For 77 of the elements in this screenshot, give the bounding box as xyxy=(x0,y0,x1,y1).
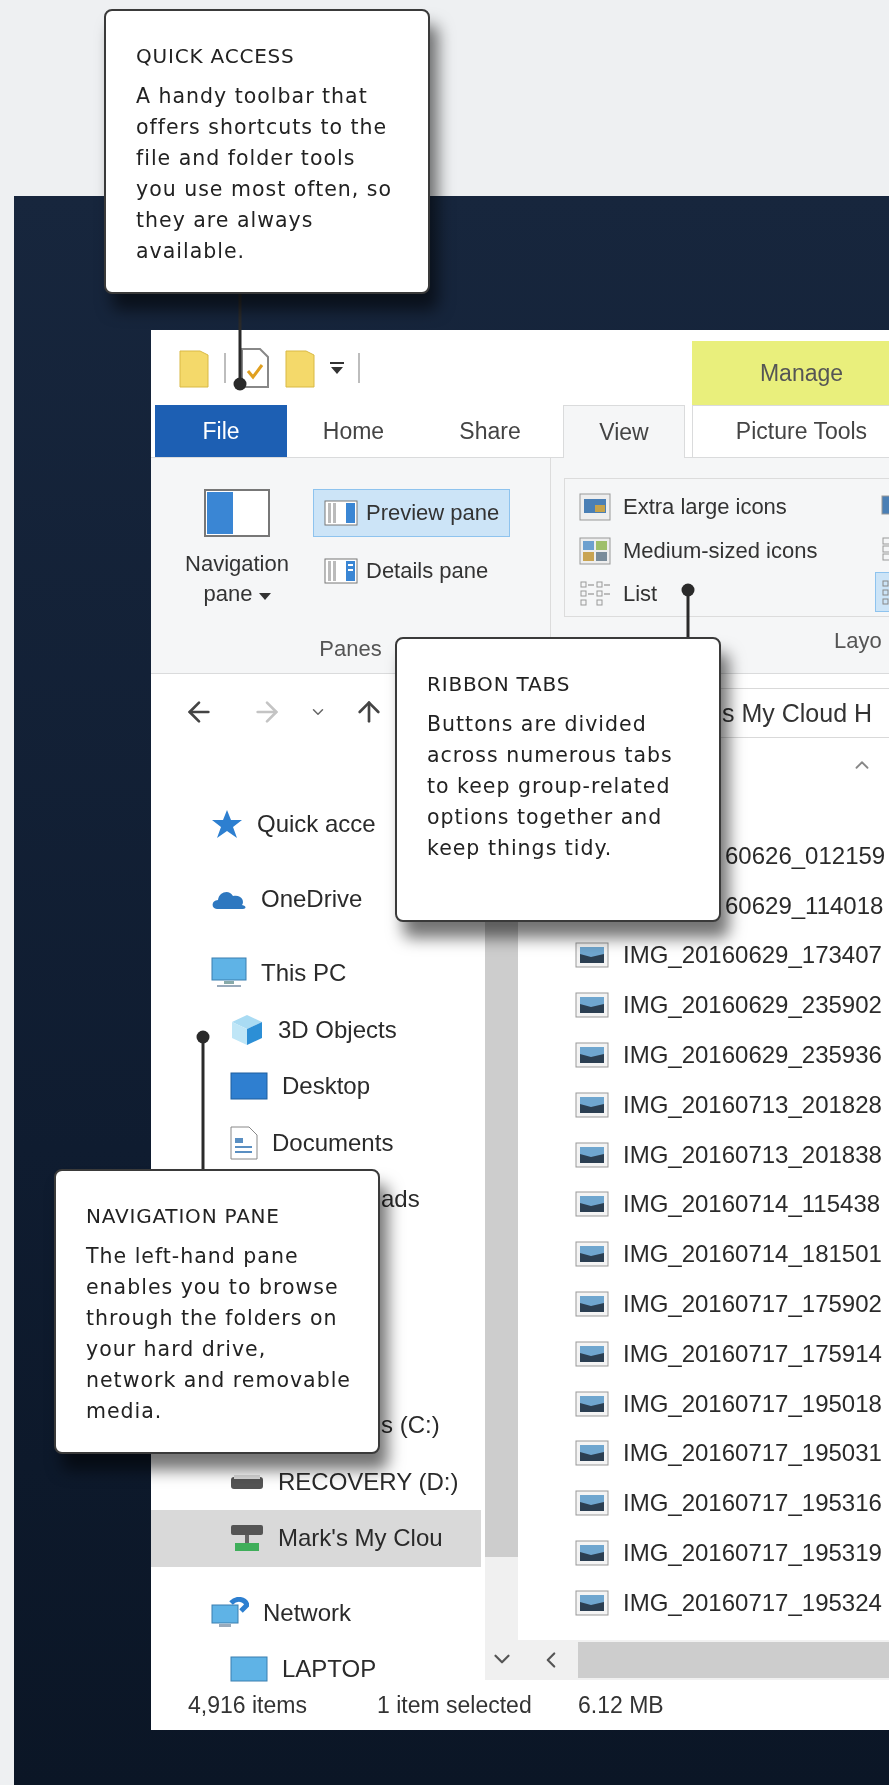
file-item[interactable]: IMG_20160717_195324 xyxy=(518,1577,889,1628)
context-tab-header: Manage xyxy=(692,341,889,405)
file-item[interactable]: IMG_20160713_201838 xyxy=(518,1129,889,1180)
checklist-icon[interactable] xyxy=(240,346,270,389)
image-file-icon xyxy=(575,1340,609,1367)
monitor-icon xyxy=(230,1656,268,1683)
layout-option[interactable]: Medium-sized icons xyxy=(579,528,875,573)
preview-pane-button[interactable]: Preview pane xyxy=(313,489,511,537)
drive-icon xyxy=(230,1472,264,1491)
image-file-icon xyxy=(575,942,609,969)
file-item[interactable]: IMG_20160713_201828 xyxy=(518,1080,889,1130)
image-file-icon xyxy=(575,1241,609,1268)
selection-info: 1 item selected xyxy=(377,1691,533,1719)
callout-text: A handy toolbar that offers shortcuts to the file and folder tools you use most often, so they are always available. xyxy=(136,83,394,265)
navigation-pane-button[interactable]: Navigation pane xyxy=(167,489,307,625)
group-label: Panes xyxy=(318,635,383,663)
landscape-icon xyxy=(579,492,611,521)
callout-title: NAVIGATION PANE xyxy=(86,1203,281,1230)
file-item[interactable]: IMG_20160629_235902 xyxy=(518,980,889,1031)
layout-option[interactable]: List xyxy=(579,572,875,616)
file-item[interactable]: IMG_20160717_195319 xyxy=(518,1528,889,1578)
nav-item[interactable]: Network xyxy=(151,1584,481,1641)
details-pane-icon xyxy=(324,558,358,584)
preview-pane-icon xyxy=(324,500,358,526)
file-item[interactable]: IMG_20160717_175914 xyxy=(518,1328,889,1379)
address-text: s My Cloud H xyxy=(722,698,873,728)
image-file-icon xyxy=(575,1589,609,1616)
image-file-icon xyxy=(575,1440,609,1467)
image-file-icon xyxy=(575,992,609,1019)
monitor-icon xyxy=(211,957,247,990)
image-file-icon xyxy=(575,1091,609,1118)
details-pane-button[interactable]: Details pane xyxy=(313,547,511,595)
ribbon-tab[interactable]: File xyxy=(155,405,287,457)
file-item[interactable]: IMG_20160717_175902 xyxy=(518,1279,889,1329)
nav-item[interactable]: This PC xyxy=(151,945,481,1002)
nav-item[interactable]: Mark's My Clou xyxy=(151,1510,481,1567)
callout-title: QUICK ACCESS xyxy=(136,43,296,70)
image-file-icon xyxy=(575,1291,609,1318)
group-label: Layo xyxy=(833,627,883,655)
image-file-icon xyxy=(575,1490,609,1517)
callout-text: The left-hand pane enables you to browse through the folders on your hard drive, network and removable media. xyxy=(86,1243,352,1425)
file-item[interactable]: IMG_20160717_195018 xyxy=(518,1378,889,1429)
nav-item[interactable]: RECOVERY (D:) xyxy=(151,1453,481,1510)
file-item[interactable]: IMG_20160714_181501 xyxy=(518,1229,889,1280)
image-file-icon xyxy=(575,1540,609,1567)
file-item[interactable]: IMG_20160717_195031 xyxy=(518,1428,889,1479)
ribbon-tab[interactable]: View xyxy=(563,405,685,458)
layout-option[interactable]: Extra large icons xyxy=(579,485,875,529)
nav-item[interactable]: 3D Objects xyxy=(151,1001,481,1058)
image-file-icon xyxy=(575,1390,609,1417)
pane-layout-icon xyxy=(204,489,270,537)
ribbon-tab[interactable]: Picture Tools xyxy=(692,405,889,457)
desktop-icon xyxy=(230,1072,268,1101)
scrollbar[interactable] xyxy=(518,1640,889,1680)
document-icon xyxy=(230,1125,258,1160)
icon-grid-icon xyxy=(579,536,611,565)
list-view-icon xyxy=(579,580,611,609)
file-item[interactable]: IMG_20160717_195316 xyxy=(518,1478,889,1529)
nav-item[interactable]: OneDrive xyxy=(151,870,481,927)
dropdown-icon[interactable] xyxy=(330,359,344,376)
image-file-icon xyxy=(575,1141,609,1168)
nav-item[interactable]: Desktop xyxy=(151,1058,481,1115)
file-item[interactable]: IMG_20160629_235936 xyxy=(518,1030,889,1080)
cube-icon xyxy=(230,1012,264,1047)
star-icon xyxy=(211,809,243,840)
network-icon xyxy=(211,1596,249,1629)
image-file-icon xyxy=(575,1042,609,1069)
image-file-icon xyxy=(575,1191,609,1218)
item-count: 4,916 items xyxy=(188,1691,308,1719)
callout-title: RIBBON TABS xyxy=(427,671,572,698)
nav-item[interactable]: Documents xyxy=(151,1114,481,1171)
network-drive-icon xyxy=(230,1523,264,1554)
file-item[interactable]: IMG_20160629_173407 xyxy=(518,930,889,981)
selection-size: 6.12 MB xyxy=(578,1691,665,1719)
file-item[interactable]: IMG_20160714_115438 xyxy=(518,1179,889,1230)
caret-icon xyxy=(258,593,271,601)
callout-text: Buttons are divided across numerous tabs to keep group-related options together and keep things tidy. xyxy=(427,711,674,862)
